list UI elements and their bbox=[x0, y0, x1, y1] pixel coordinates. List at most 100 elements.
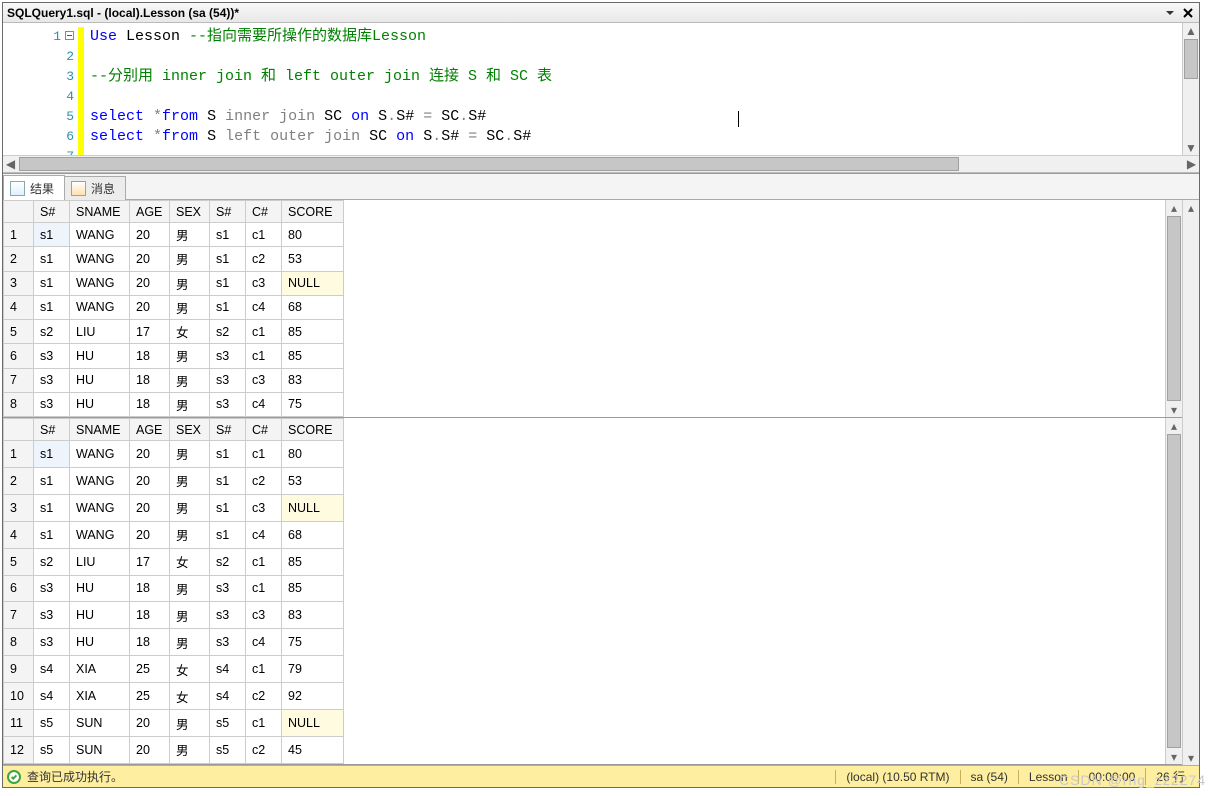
cell[interactable]: HU bbox=[70, 629, 130, 656]
row-number[interactable]: 3 bbox=[4, 271, 34, 295]
table-row[interactable]: 1s1WANG20男s1c180 bbox=[4, 223, 344, 247]
close-icon[interactable] bbox=[1181, 6, 1195, 20]
cell[interactable]: 85 bbox=[282, 344, 344, 368]
cell[interactable]: 18 bbox=[130, 344, 170, 368]
cell[interactable]: s1 bbox=[34, 467, 70, 494]
cell[interactable]: c2 bbox=[246, 736, 282, 763]
tab-messages[interactable]: 消息 bbox=[64, 176, 126, 200]
cell[interactable]: s4 bbox=[34, 656, 70, 683]
cell[interactable]: s5 bbox=[210, 736, 246, 763]
cell[interactable]: s3 bbox=[34, 392, 70, 416]
cell[interactable]: 20 bbox=[130, 441, 170, 468]
cell[interactable]: s3 bbox=[210, 344, 246, 368]
cell[interactable]: 20 bbox=[130, 247, 170, 271]
cell[interactable]: 18 bbox=[130, 629, 170, 656]
col-header[interactable]: S# bbox=[210, 201, 246, 223]
cell[interactable]: NULL bbox=[282, 710, 344, 737]
cell[interactable]: 75 bbox=[282, 392, 344, 416]
cell[interactable]: 男 bbox=[170, 494, 210, 521]
row-number[interactable]: 10 bbox=[4, 683, 34, 710]
row-number[interactable]: 3 bbox=[4, 494, 34, 521]
cell[interactable]: s5 bbox=[34, 710, 70, 737]
cell[interactable]: 男 bbox=[170, 344, 210, 368]
table-row[interactable]: 5s2LIU17女s2c185 bbox=[4, 320, 344, 344]
cell[interactable]: 18 bbox=[130, 368, 170, 392]
scrollbar-thumb[interactable] bbox=[1167, 216, 1181, 401]
rownum-header[interactable] bbox=[4, 201, 34, 223]
cell[interactable]: s1 bbox=[34, 295, 70, 319]
cell[interactable]: 男 bbox=[170, 271, 210, 295]
row-number[interactable]: 8 bbox=[4, 629, 34, 656]
cell[interactable]: c1 bbox=[246, 223, 282, 247]
cell[interactable]: s3 bbox=[34, 368, 70, 392]
row-number[interactable]: 8 bbox=[4, 392, 34, 416]
cell[interactable]: 男 bbox=[170, 602, 210, 629]
tab-results[interactable]: 结果 bbox=[3, 175, 65, 200]
cell[interactable]: 18 bbox=[130, 602, 170, 629]
cell[interactable]: 男 bbox=[170, 223, 210, 247]
results-outer-scrollbar[interactable]: ▴ ▾ bbox=[1182, 200, 1199, 765]
scroll-left-icon[interactable]: ◀ bbox=[3, 156, 18, 172]
cell[interactable]: 68 bbox=[282, 295, 344, 319]
cell[interactable]: s3 bbox=[210, 368, 246, 392]
cell[interactable]: s4 bbox=[210, 656, 246, 683]
cell[interactable]: s5 bbox=[34, 736, 70, 763]
cell[interactable]: s5 bbox=[210, 710, 246, 737]
cell[interactable]: 男 bbox=[170, 467, 210, 494]
dropdown-icon[interactable] bbox=[1163, 6, 1177, 20]
cell[interactable]: s3 bbox=[34, 344, 70, 368]
table-row[interactable]: 1s1WANG20男s1c180 bbox=[4, 441, 344, 468]
row-number[interactable]: 11 bbox=[4, 710, 34, 737]
table-row[interactable]: 9s4XIA25女s4c179 bbox=[4, 656, 344, 683]
cell[interactable]: 85 bbox=[282, 320, 344, 344]
cell[interactable]: NULL bbox=[282, 494, 344, 521]
cell[interactable]: 25 bbox=[130, 683, 170, 710]
row-number[interactable]: 6 bbox=[4, 575, 34, 602]
cell[interactable]: 17 bbox=[130, 320, 170, 344]
cell[interactable]: s4 bbox=[210, 683, 246, 710]
cell[interactable]: WANG bbox=[70, 295, 130, 319]
table-row[interactable]: 7s3HU18男s3c383 bbox=[4, 368, 344, 392]
sql-editor[interactable]: Use Lesson --指向需要所操作的数据库Lesson --分别用 inn… bbox=[84, 23, 1182, 155]
cell[interactable]: s1 bbox=[210, 223, 246, 247]
cell[interactable]: HU bbox=[70, 602, 130, 629]
cell[interactable]: 83 bbox=[282, 368, 344, 392]
cell[interactable]: 53 bbox=[282, 467, 344, 494]
cell[interactable]: XIA bbox=[70, 656, 130, 683]
col-header[interactable]: SEX bbox=[170, 201, 210, 223]
cell[interactable]: s2 bbox=[34, 548, 70, 575]
cell[interactable]: 20 bbox=[130, 295, 170, 319]
cell[interactable]: HU bbox=[70, 575, 130, 602]
cell[interactable]: 53 bbox=[282, 247, 344, 271]
cell[interactable]: 83 bbox=[282, 602, 344, 629]
grid-table-2[interactable]: S# SNAME AGE SEX S# C# SCORE 1s1WANG20男s… bbox=[3, 418, 344, 764]
row-number[interactable]: 5 bbox=[4, 320, 34, 344]
cell[interactable]: s2 bbox=[210, 548, 246, 575]
cell[interactable]: LIU bbox=[70, 320, 130, 344]
row-number[interactable]: 1 bbox=[4, 441, 34, 468]
cell[interactable]: 20 bbox=[130, 736, 170, 763]
cell[interactable]: s1 bbox=[210, 467, 246, 494]
cell[interactable]: s2 bbox=[34, 320, 70, 344]
cell[interactable]: SUN bbox=[70, 710, 130, 737]
cell[interactable]: s1 bbox=[34, 441, 70, 468]
scrollbar-thumb[interactable] bbox=[1167, 434, 1181, 748]
cell[interactable]: c1 bbox=[246, 710, 282, 737]
table-row[interactable]: 6s3HU18男s3c185 bbox=[4, 575, 344, 602]
cell[interactable]: HU bbox=[70, 344, 130, 368]
cell[interactable]: 男 bbox=[170, 575, 210, 602]
cell[interactable]: c4 bbox=[246, 392, 282, 416]
col-header[interactable]: SCORE bbox=[282, 201, 344, 223]
table-row[interactable]: 7s3HU18男s3c383 bbox=[4, 602, 344, 629]
table-row[interactable]: 5s2LIU17女s2c185 bbox=[4, 548, 344, 575]
table-row[interactable]: 11s5SUN20男s5c1NULL bbox=[4, 710, 344, 737]
cell[interactable]: WANG bbox=[70, 521, 130, 548]
cell[interactable]: 20 bbox=[130, 494, 170, 521]
cell[interactable]: WANG bbox=[70, 223, 130, 247]
cell[interactable]: WANG bbox=[70, 441, 130, 468]
col-header[interactable]: C# bbox=[246, 419, 282, 441]
cell[interactable]: s1 bbox=[210, 441, 246, 468]
col-header[interactable]: C# bbox=[246, 201, 282, 223]
cell[interactable]: c3 bbox=[246, 368, 282, 392]
cell[interactable]: 68 bbox=[282, 521, 344, 548]
